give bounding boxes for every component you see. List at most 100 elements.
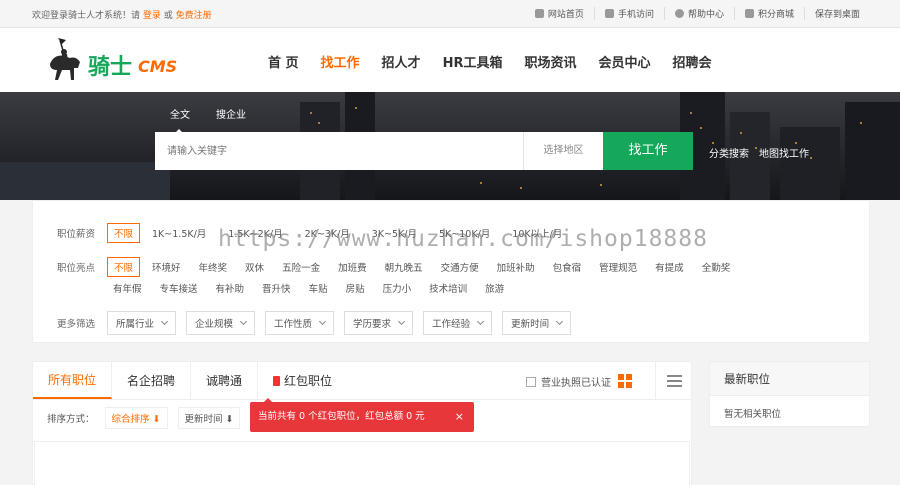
- license-verified-checkbox[interactable]: 营业执照已认证: [526, 374, 611, 389]
- search-banner: 全文 搜企业 选择地区 找工作 分类搜索 地图找工作: [0, 92, 900, 200]
- nav-member-center[interactable]: 会员中心: [598, 52, 650, 71]
- experience-dropdown[interactable]: 工作经验: [423, 311, 493, 335]
- highlight-option[interactable]: 环境好: [152, 260, 181, 274]
- highlight-option[interactable]: 交通方便: [441, 260, 479, 274]
- login-link[interactable]: 登录: [143, 11, 161, 21]
- salary-label: 职位薪资: [57, 229, 96, 240]
- points-mall-label: 积分商城: [757, 10, 794, 20]
- category-search-link[interactable]: 分类搜索: [709, 145, 749, 160]
- sort-row: 排序方式： 综合排序 ⬇ 更新时间 ⬇: [47, 407, 241, 429]
- chevron-down-icon: [477, 317, 485, 326]
- site-home-link[interactable]: 网站首页: [525, 7, 594, 20]
- tab-famous-companies-label: 名企招聘: [127, 373, 176, 388]
- search-type-tabs: 全文 搜企业: [170, 106, 272, 134]
- site-logo[interactable]: 骑士 CMS: [40, 34, 190, 90]
- highlight-option[interactable]: 五险一金: [282, 260, 320, 274]
- highlight-option[interactable]: 旅游: [485, 281, 504, 295]
- highlight-option[interactable]: 有提成: [655, 260, 684, 274]
- tab-chengpin[interactable]: 诚聘通: [191, 362, 259, 399]
- tab-famous-companies[interactable]: 名企招聘: [112, 362, 192, 399]
- industry-dropdown[interactable]: 所属行业: [107, 311, 177, 335]
- highlight-option[interactable]: 加班补助: [497, 260, 535, 274]
- close-icon[interactable]: ×: [455, 402, 464, 432]
- update-time-dropdown[interactable]: 更新时间: [502, 311, 572, 335]
- points-mall-link[interactable]: 积分商城: [733, 7, 804, 20]
- search-tab-fulltext[interactable]: 全文: [170, 106, 190, 134]
- welcome-text: 欢迎登录骑士人才系统！请 登录 或 免费注册: [32, 8, 212, 21]
- highlight-filter-row: 职位亮点 不限 环境好 年终奖 双休 五险一金 加班费 朝九晚五 交通方便 加班…: [57, 257, 730, 277]
- nav-home[interactable]: 首 页: [268, 52, 299, 71]
- top-bar: 欢迎登录骑士人才系统！请 登录 或 免费注册 网站首页 手机访问 帮助中心 积分…: [0, 0, 900, 28]
- highlight-option[interactable]: 压力小: [383, 281, 412, 295]
- region-select[interactable]: 选择地区: [523, 132, 603, 170]
- highlight-option[interactable]: 不限: [107, 257, 141, 277]
- highlight-option[interactable]: 专车接送: [160, 281, 198, 295]
- more-filters-label: 更多筛选: [57, 319, 96, 330]
- chevron-down-icon: [160, 317, 169, 326]
- highlight-label: 职位亮点: [57, 263, 96, 274]
- search-extra-links: 分类搜索 地图找工作: [709, 145, 819, 160]
- highlight-option[interactable]: 年终奖: [199, 260, 228, 274]
- highlight-option[interactable]: 有补助: [216, 281, 245, 295]
- watermark: https://www.huzhan.com/ishop18888: [218, 226, 708, 252]
- mobile-link[interactable]: 手机访问: [593, 7, 664, 20]
- map-search-link[interactable]: 地图找工作: [759, 145, 809, 160]
- knight-logo-icon: 骑士 CMS: [50, 38, 177, 80]
- list-view-icon[interactable]: [655, 362, 693, 400]
- sort-update-time-button[interactable]: 更新时间 ⬇: [177, 407, 241, 429]
- highlight-option[interactable]: 技术培训: [429, 281, 467, 295]
- education-dropdown[interactable]: 学历要求: [344, 311, 414, 335]
- nav-hr-tools[interactable]: HR工具箱: [443, 52, 503, 71]
- logo-text-cn: 骑士: [88, 55, 132, 80]
- checkbox-box: [526, 376, 536, 387]
- highlight-option[interactable]: 有年假: [113, 281, 142, 295]
- update-time-dropdown-label: 更新时间: [511, 319, 550, 330]
- salary-option[interactable]: 不限: [107, 223, 141, 243]
- job-list-content: [34, 441, 690, 485]
- highlight-option[interactable]: 车贴: [309, 281, 328, 295]
- highlight-option[interactable]: 双休: [245, 260, 264, 274]
- latest-jobs-panel: 最新职位 暂无相关职位: [709, 361, 870, 427]
- salary-option[interactable]: 1K~1.5K/月: [152, 226, 206, 240]
- chevron-down-icon: [239, 317, 248, 326]
- highlight-option[interactable]: 晋升快: [262, 281, 291, 295]
- grid-view-icon[interactable]: [618, 374, 632, 388]
- nav-recruit[interactable]: 招人才: [382, 52, 421, 71]
- job-nature-dropdown[interactable]: 工作性质: [265, 311, 335, 335]
- license-verified-label: 营业执照已认证: [541, 378, 611, 389]
- register-link[interactable]: 免费注册: [176, 11, 212, 21]
- nav-career-news[interactable]: 职场资讯: [524, 52, 576, 71]
- latest-jobs-title: 最新职位: [710, 362, 869, 396]
- nav-find-job[interactable]: 找工作: [321, 52, 360, 71]
- mobile-icon: [604, 9, 614, 18]
- keyword-input[interactable]: [155, 132, 523, 170]
- find-job-button[interactable]: 找工作: [603, 132, 693, 170]
- tab-red-packet-label: 红包职位: [284, 373, 333, 388]
- home-icon: [534, 9, 544, 18]
- gift-icon: [744, 9, 754, 18]
- highlight-option[interactable]: 房贴: [346, 281, 365, 295]
- industry-dropdown-label: 所属行业: [116, 319, 155, 330]
- highlight-option[interactable]: 加班费: [338, 260, 367, 274]
- highlight-option[interactable]: 管理规范: [599, 260, 637, 274]
- logo-text-en: CMS: [138, 57, 177, 76]
- tab-all-jobs-label: 所有职位: [48, 372, 97, 387]
- filter-panel: 职位薪资 不限 1K~1.5K/月 1.5K~2K/月 2K~3K/月 3K~5…: [32, 200, 870, 343]
- red-packet-tooltip-text: 当前共有 0 个红包职位，红包总额 0 元: [258, 411, 425, 422]
- sort-comprehensive-button[interactable]: 综合排序 ⬇: [104, 407, 168, 429]
- company-size-dropdown[interactable]: 企业规模: [186, 311, 256, 335]
- job-nature-dropdown-label: 工作性质: [274, 319, 313, 330]
- help-link[interactable]: 帮助中心: [663, 7, 734, 20]
- highlight-option[interactable]: 朝九晚五: [385, 260, 423, 274]
- save-desktop-link[interactable]: 保存到桌面: [803, 7, 870, 20]
- nav-job-fair[interactable]: 招聘会: [672, 52, 711, 71]
- highlight-filter-row-2: 有年假 专车接送 有补助 晋升快 车贴 房贴 压力小 技术培训 旅游: [113, 281, 504, 295]
- chevron-down-icon: [556, 317, 564, 326]
- search-tab-company[interactable]: 搜企业: [216, 106, 246, 121]
- red-packet-tooltip: 当前共有 0 个红包职位，红包总额 0 元 ×: [250, 398, 474, 432]
- experience-dropdown-label: 工作经验: [432, 319, 471, 330]
- highlight-option[interactable]: 包食宿: [553, 260, 582, 274]
- or-text: 或: [163, 11, 173, 21]
- highlight-option[interactable]: 全勤奖: [702, 260, 731, 274]
- tab-all-jobs[interactable]: 所有职位: [33, 362, 113, 399]
